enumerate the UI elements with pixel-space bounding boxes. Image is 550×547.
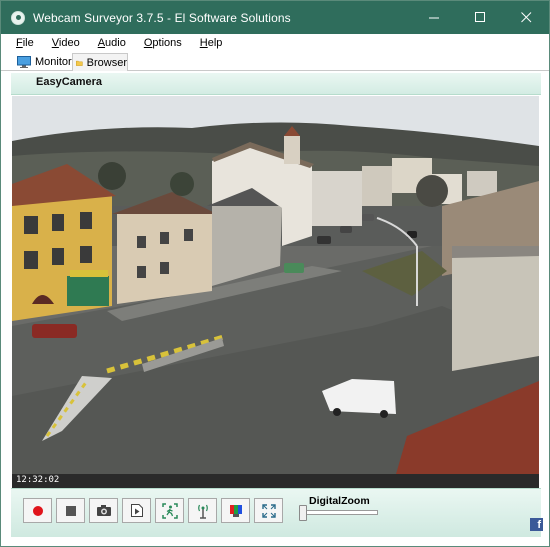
folder-icon: [76, 60, 83, 66]
title-bar[interactable]: Webcam Surveyor 3.7.5 - El Software Solu…: [1, 1, 549, 34]
close-button[interactable]: [503, 1, 549, 34]
tab-monitor-label: Monitor: [35, 55, 72, 68]
close-icon: [520, 12, 531, 23]
maximize-button[interactable]: [457, 1, 503, 34]
menu-audio[interactable]: Audio: [98, 37, 126, 49]
camera-header: EasyCamera: [11, 73, 541, 95]
minimize-icon: [428, 17, 439, 19]
fullscreen-button[interactable]: [254, 498, 283, 523]
camera-name: EasyCamera: [36, 76, 103, 88]
stop-button[interactable]: [56, 498, 85, 523]
tab-browser[interactable]: Browser: [72, 53, 128, 71]
antenna-icon: [197, 504, 208, 519]
digital-zoom-label: DigitalZoom: [309, 495, 370, 507]
window-controls: [411, 1, 549, 34]
broadcast-button[interactable]: [188, 498, 217, 523]
digital-zoom-slider[interactable]: [299, 505, 307, 521]
tab-monitor[interactable]: Monitor: [14, 52, 72, 71]
video-feed[interactable]: [12, 96, 539, 488]
fullscreen-icon: [261, 503, 276, 518]
motion-detector-icon: [161, 502, 178, 519]
digital-zoom-track[interactable]: [301, 510, 378, 515]
app-logo-icon[interactable]: [11, 10, 25, 25]
menu-video[interactable]: Video: [52, 37, 80, 49]
window-title: Webcam Surveyor 3.7.5 - El Software Solu…: [33, 10, 291, 25]
minimize-button[interactable]: [411, 1, 457, 34]
maximize-icon: [474, 12, 485, 22]
webcam-image: [12, 96, 539, 488]
tab-browser-label: Browser: [86, 56, 127, 69]
menu-help[interactable]: Help: [200, 37, 223, 49]
camera-icon: [96, 505, 111, 516]
color-bars-icon: [229, 504, 242, 517]
record-icon: [32, 505, 43, 516]
control-panel: DigitalZoom f: [11, 488, 543, 537]
facebook-icon[interactable]: f: [530, 518, 543, 531]
monitor-icon: [17, 55, 31, 68]
tab-strip: Monitor Browser: [1, 52, 549, 71]
app-window: Webcam Surveyor 3.7.5 - El Software Solu…: [0, 0, 550, 547]
playback-button[interactable]: [122, 498, 151, 523]
motion-detection-button[interactable]: [155, 498, 184, 523]
menu-bar: File Video Audio Options Help: [1, 34, 549, 52]
video-timestamp: 12:32:02: [16, 475, 60, 485]
menu-options[interactable]: Options: [144, 37, 182, 49]
record-button[interactable]: [23, 498, 52, 523]
menu-file[interactable]: File: [16, 37, 34, 49]
snapshot-button[interactable]: [89, 498, 118, 523]
video-file-icon: [130, 504, 143, 517]
stop-icon: [65, 505, 76, 516]
video-settings-button[interactable]: [221, 498, 250, 523]
